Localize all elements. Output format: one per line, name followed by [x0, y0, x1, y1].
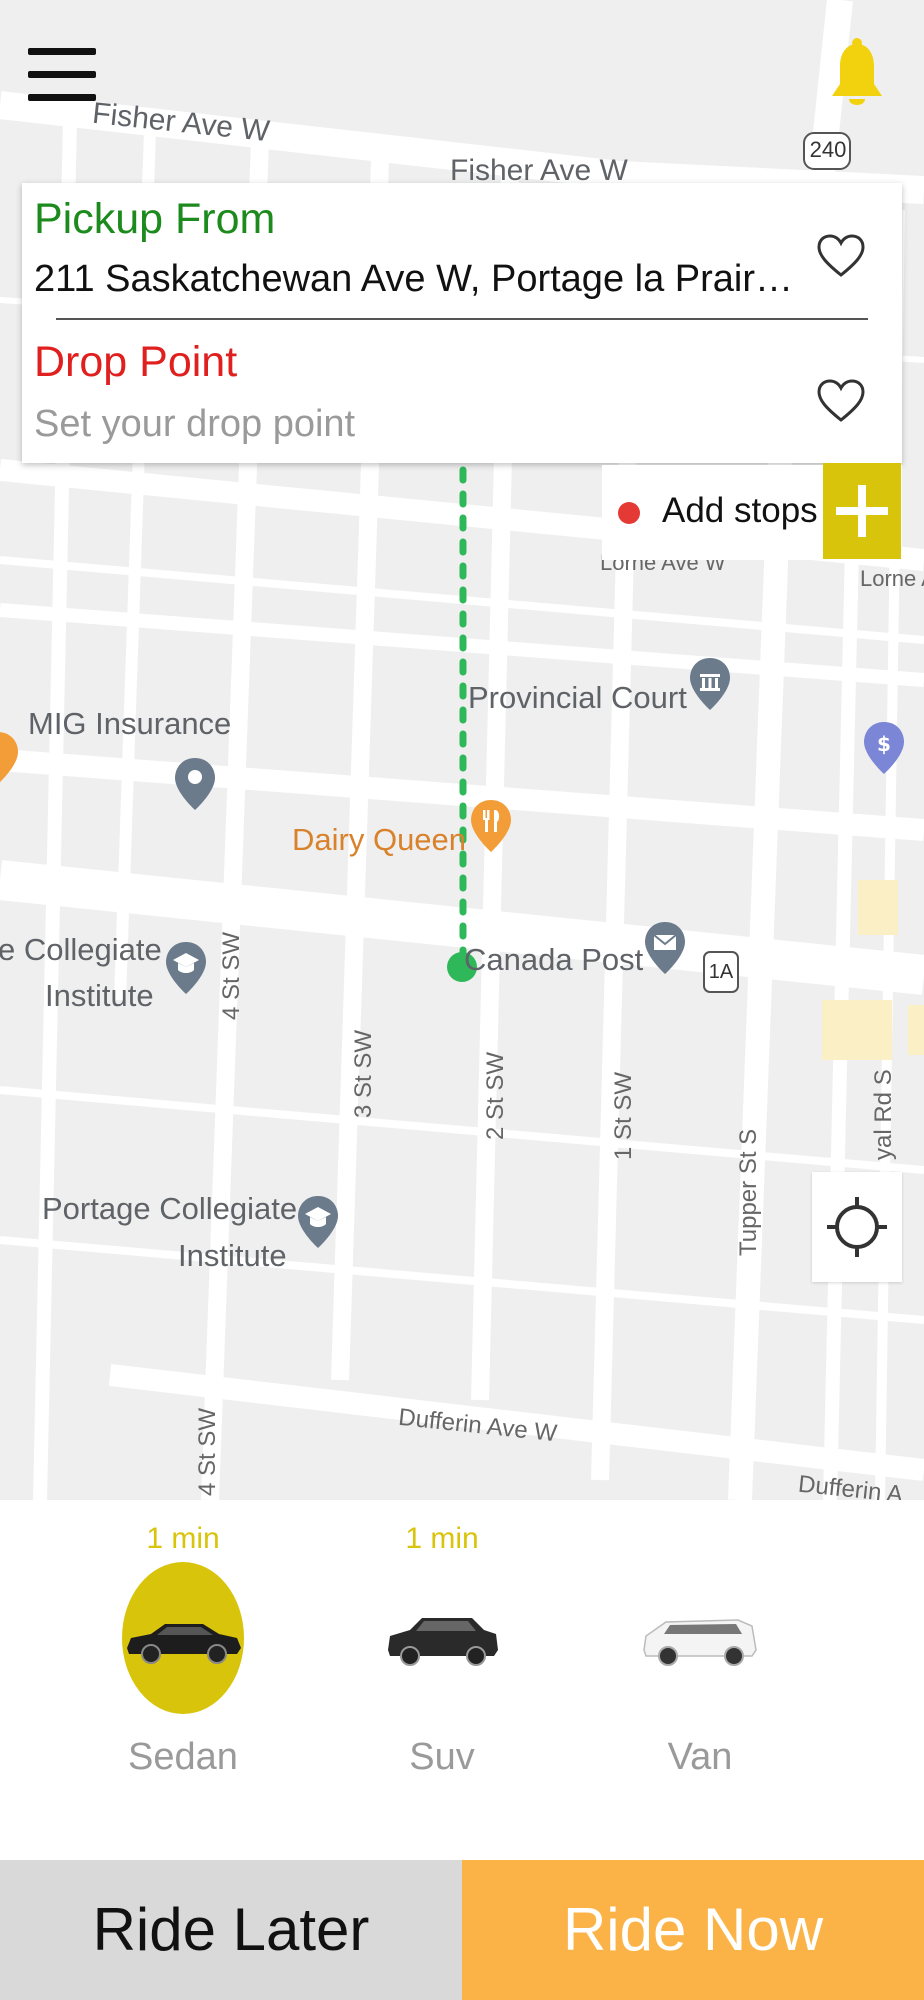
restaurant-pin-icon [471, 800, 511, 852]
pickup-address[interactable]: 211 Saskatchewan Ave W, Portage la Prair… [34, 259, 794, 301]
map-label-canada-post: Canada Post [464, 942, 644, 977]
map-label-3-st-sw: 3 St SW [350, 1029, 377, 1118]
map-label-provincial-court: Provincial Court [468, 680, 687, 715]
bell-icon[interactable] [828, 36, 886, 116]
svg-text:$: $ [877, 732, 891, 756]
red-dot-icon [618, 502, 640, 524]
map-label-dairy-queen: Dairy Queen [292, 822, 467, 857]
van-car-icon [643, 1619, 757, 1666]
map-label-portage-collegiate: Portage Collegiate [42, 1191, 298, 1226]
vehicle-option-sedan[interactable]: 1 min Sedan [73, 1500, 293, 1860]
ride-later-button[interactable]: Ride Later [0, 1860, 462, 2000]
orange-pin-icon [0, 732, 18, 783]
vehicle-option-van[interactable]: Van [590, 1500, 810, 1860]
pickup-favorite-heart-icon[interactable] [816, 233, 866, 279]
location-pin-icon [175, 758, 215, 810]
location-card: Pickup From 211 Saskatchewan Ave W, Port… [22, 183, 902, 463]
map-label-route-240: 240 [809, 137, 847, 162]
school-pin-icon [166, 942, 206, 994]
map-label-fisher-ave: Fisher Ave W [450, 154, 628, 187]
map-label-1-st-sw: 1 St SW [610, 1071, 637, 1160]
ride-now-button[interactable]: Ride Now [462, 1860, 924, 2000]
map-label-royal-rd: yal Rd S [870, 1069, 897, 1160]
map-label-4-st-sw: 4 St SW [218, 931, 245, 1020]
school-pin-icon [298, 1196, 338, 1248]
add-stops-label: Add stops [662, 491, 818, 530]
menu-bar [28, 48, 96, 55]
map-label-institute: Institute [178, 1238, 287, 1273]
menu-bar [28, 71, 96, 78]
add-stop-plus-button[interactable] [823, 463, 901, 559]
map-label-collegiate: e Collegiate [0, 932, 162, 967]
drop-favorite-heart-icon[interactable] [816, 378, 866, 424]
drop-title: Drop Point [34, 338, 238, 386]
vehicle-eta: 1 min [405, 1522, 479, 1555]
map-label-4-st-sw: 4 St SW [194, 1407, 221, 1496]
map-label-2-st-sw: 2 St SW [482, 1051, 509, 1140]
map-label-route-1a: 1A [708, 961, 734, 983]
bank-pin-icon: $ [864, 722, 904, 774]
crosshair-locate-icon[interactable] [812, 1172, 902, 1282]
map-label-mig-insurance: MIG Insurance [28, 706, 232, 741]
suv-car-icon [388, 1618, 498, 1666]
divider [56, 318, 868, 320]
vehicle-name: Suv [409, 1736, 475, 1778]
map-label-institute: Institute [45, 978, 154, 1013]
vehicle-selector: 1 min Sedan 1 min Suv Van [0, 1500, 924, 1860]
hamburger-menu-icon[interactable] [28, 48, 98, 104]
vehicle-eta: 1 min [146, 1522, 220, 1555]
vehicle-option-suv[interactable]: 1 min Suv [332, 1500, 552, 1860]
vehicle-name: Sedan [128, 1736, 238, 1778]
pickup-title: Pickup From [34, 195, 276, 243]
map-label-lorne-ave: Lorne A [860, 566, 924, 591]
menu-bar [28, 94, 96, 101]
drop-point-input[interactable] [34, 403, 794, 446]
courthouse-pin-icon [690, 658, 730, 710]
map-label-tupper-st: Tupper St S [735, 1128, 762, 1256]
sedan-car-icon [127, 1624, 241, 1664]
vehicle-name: Van [667, 1736, 733, 1778]
mail-pin-icon [645, 922, 685, 974]
